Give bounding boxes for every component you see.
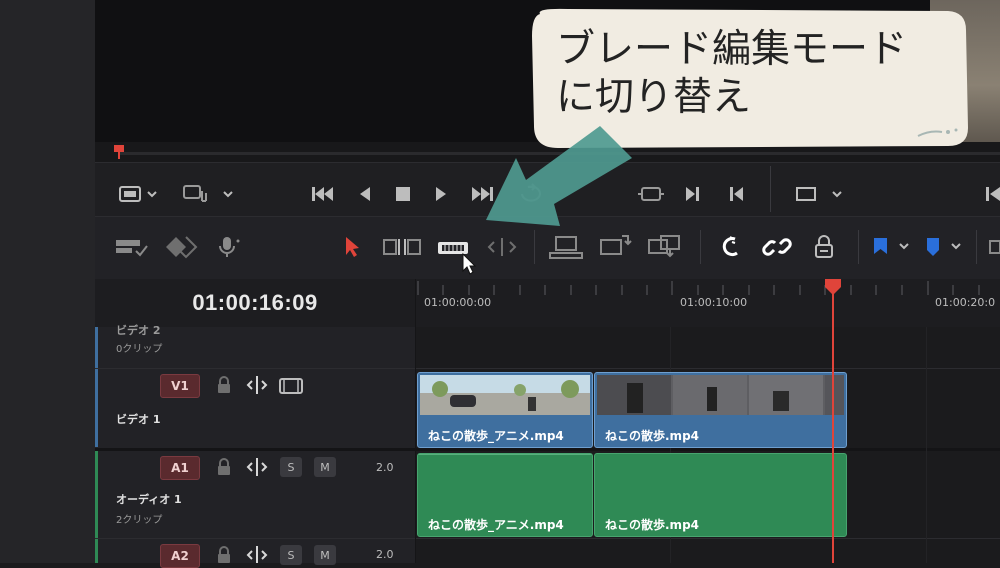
audio-clip[interactable]: ねこの散歩_アニメ.mp4 <box>417 453 593 537</box>
selection-arrow-icon[interactable] <box>340 234 364 260</box>
clip-thumbnail <box>420 375 590 415</box>
auto-track-select-icon[interactable] <box>244 374 270 396</box>
stop-icon[interactable] <box>392 183 414 205</box>
track-badge-a2[interactable]: A2 <box>160 544 200 568</box>
clip-label: ねこの散歩_アニメ.mp4 <box>428 518 564 532</box>
dynamic-trim-icon[interactable] <box>484 235 520 259</box>
toolbar-divider <box>700 230 701 264</box>
film-icon[interactable] <box>278 376 304 396</box>
video-clip[interactable]: ねこの散歩_アニメ.mp4 <box>417 372 593 448</box>
callout-arrow <box>486 126 632 226</box>
clip-label: ねこの散歩_アニメ.mp4 <box>428 429 564 443</box>
track-badge-a1[interactable]: A1 <box>160 456 200 480</box>
mute-button-a2[interactable]: M <box>314 545 336 565</box>
go-to-start-icon[interactable] <box>310 183 336 205</box>
auto-track-select-icon[interactable] <box>244 456 270 478</box>
flag-icon[interactable] <box>870 235 914 259</box>
track-clip-count-v2: 0クリップ <box>116 344 163 355</box>
audio-viewer-icon[interactable] <box>182 183 236 205</box>
play-icon[interactable] <box>431 183 451 205</box>
audio-clip[interactable]: ねこの散歩.mp4 <box>594 453 847 537</box>
scrubber-playhead[interactable] <box>113 144 125 159</box>
next-edit-icon[interactable] <box>682 183 704 205</box>
play-reverse-icon[interactable] <box>355 183 375 205</box>
clip-label: ねこの散歩.mp4 <box>605 429 700 443</box>
track-badge-v1[interactable]: V1 <box>160 374 200 398</box>
track-clip-count-a1: 2クリップ <box>116 515 163 526</box>
callout-line-1: ブレード編集モード <box>556 27 908 72</box>
marker-icon[interactable] <box>922 235 966 259</box>
track-divider <box>95 448 1000 451</box>
playhead[interactable] <box>823 279 843 295</box>
left-panel-strip <box>0 0 95 563</box>
replace-clip-icon[interactable] <box>646 232 682 260</box>
ruler-label: 01:00:10:00 <box>680 296 748 309</box>
lock-icon[interactable] <box>214 375 234 395</box>
toolbar-divider <box>976 230 977 264</box>
clip-thumbnail <box>597 375 844 415</box>
track-headers <box>95 327 415 563</box>
toolbar-divider <box>858 230 859 264</box>
auto-track-select-icon[interactable] <box>244 544 270 563</box>
lane-gridline <box>926 327 927 563</box>
match-frame-icon[interactable] <box>636 183 666 205</box>
track-name-a1: オーディオ 1 <box>116 493 182 506</box>
video-track-indicator <box>95 327 98 447</box>
timecode-display[interactable]: 01:00:16:09 <box>95 290 415 316</box>
track-divider <box>95 368 1000 369</box>
linked-selection-icon[interactable] <box>762 233 792 261</box>
ruler-label: 01:00:20:0 <box>935 296 996 309</box>
header-separator <box>415 279 416 563</box>
audio-waveform-line <box>418 454 592 455</box>
clip-label: ねこの散歩.mp4 <box>605 518 700 532</box>
diamond-icon[interactable] <box>164 235 200 259</box>
callout-text: ブレード編集モード に切り替え <box>556 26 956 122</box>
viewer-mode-icon[interactable] <box>118 183 158 205</box>
mute-button-a1[interactable]: M <box>314 457 336 477</box>
snapping-icon[interactable] <box>716 233 744 261</box>
track-divider <box>95 538 1000 539</box>
audio-track-indicator <box>95 451 98 563</box>
solo-button-a2[interactable]: S <box>280 545 302 565</box>
track-volume-a2: 2.0 <box>376 548 394 561</box>
mouse-cursor-icon <box>460 252 478 276</box>
solo-button-a1[interactable]: S <box>280 457 302 477</box>
go-to-start-icon-right[interactable] <box>982 183 1000 205</box>
lock-icon[interactable] <box>214 457 234 477</box>
track-name-v2: ビデオ 2 <box>116 324 161 337</box>
playhead-line[interactable] <box>832 288 834 563</box>
lock-icon[interactable] <box>214 545 234 563</box>
callout-line-2: に切り替え <box>556 75 752 120</box>
track-volume-a1: 2.0 <box>376 461 394 474</box>
track-options-icon[interactable] <box>114 235 150 259</box>
position-lock-icon[interactable] <box>810 233 838 261</box>
track-name-v1: ビデオ 1 <box>116 413 161 426</box>
viewer-size-icon[interactable] <box>793 183 849 205</box>
video-clip[interactable]: ねこの散歩.mp4 <box>594 372 847 448</box>
previous-edit-icon[interactable] <box>725 183 747 205</box>
transport-divider <box>770 166 771 212</box>
zoom-icon[interactable] <box>986 235 1000 259</box>
trim-edit-icon[interactable] <box>382 235 422 259</box>
mic-icon[interactable] <box>216 235 244 259</box>
ruler-label: 01:00:00:00 <box>424 296 492 309</box>
